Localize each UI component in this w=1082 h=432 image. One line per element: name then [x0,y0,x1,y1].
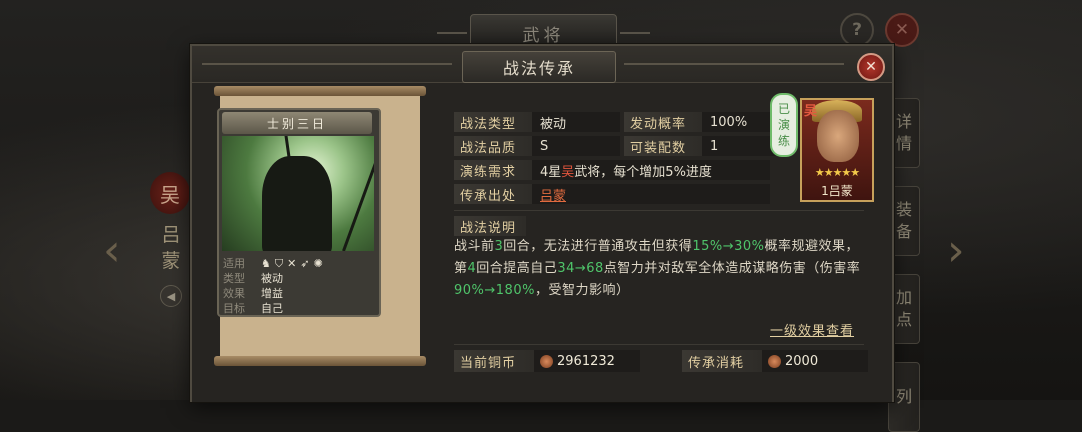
card-row-value: 自己 [261,302,283,315]
learned-badge-char: 练 [777,134,790,148]
copper-value: 2961232 [557,353,615,369]
scroll-rod-bottom [214,356,426,366]
inherit-cost-value: 2000 [785,353,819,369]
card-row-value: 增益 [261,287,283,300]
portrait-faction: 吴 [804,104,818,119]
unit-type-icons: ♞ ⛉ ✕ ➶ ✺ [261,256,323,271]
desc-text: ，受智力影响） [534,283,630,298]
desc-text: 回合，无法进行普通攻击但获得 [503,239,693,254]
learned-badge: 已 演 练 [770,93,798,157]
skill-quality-row: 战法品质 S [454,136,620,156]
copper-row: 当前铜币 2961232 [454,350,640,372]
bow-icon: ➶ [300,257,310,270]
inherit-cost-row: 传承消耗 2000 [682,350,868,372]
voice-icon[interactable]: ◀ [160,285,182,307]
equip-count-label: 可装配数 [624,136,702,156]
desc-highlight: 15%→30% [692,239,765,254]
description-label: 战法说明 [454,216,526,236]
portrait-stars: ★★★★★ [814,166,860,179]
card-row-applies: 适用 ♞ ⛉ ✕ ➶ ✺ [223,256,373,271]
art-spear [342,137,374,251]
spear-icon: ✕ [287,257,297,270]
desc-text: 点智力并对敌军全体造成谋略伤害（伤害率 [603,261,861,276]
source-hero-link[interactable]: 吕蒙 [540,185,566,204]
skill-quality-label: 战法品质 [454,136,532,156]
skill-type-value: 被动 [532,112,620,132]
desc-highlight: 3 [494,239,504,254]
card-row-label: 类型 [223,272,245,285]
desc-text: 回合提高自己 [476,261,558,276]
source-label: 传承出处 [454,184,532,204]
help-icon[interactable]: ? [840,13,874,47]
copper-value-box: 2961232 [534,350,640,372]
card-row-label: 效果 [223,287,245,300]
section-divider [454,210,864,211]
description-title-row: 战法说明 [454,216,526,236]
learned-badge-char: 演 [777,118,790,132]
desc-text: 战斗前 [454,239,495,254]
trigger-rate-row: 发动概率 100% [624,112,790,132]
scroll-rod-top [214,86,426,96]
skill-card-art [222,136,374,251]
skill-type-label: 战法类型 [454,112,532,132]
learned-badge-char: 已 [777,102,790,116]
trigger-rate-label: 发动概率 [624,112,702,132]
desc-highlight: 4 [467,261,477,276]
card-row-value: 被动 [261,272,283,285]
copper-coin-icon [540,354,553,368]
hero-face [817,110,859,162]
skill-card[interactable]: 士别三日 适用 ♞ ⛉ ✕ ➶ ✺ 类型 被动 效果 增益 目标 自己 [217,108,381,317]
background-close-icon[interactable]: ✕ [885,13,919,47]
portrait-name: 1吕蒙 [821,184,853,198]
practice-req-row: 演练需求 4星吴武将，每个增加5%进度 [454,160,770,180]
header-divider-right [624,63,844,65]
card-row-label: 适用 [223,257,245,270]
skill-quality-value: S [532,136,620,156]
practice-req-label: 演练需求 [454,160,532,180]
desc-highlight: 90%→180% [454,283,535,298]
prev-hero-arrow-icon[interactable]: ‹ [103,225,121,276]
source-row: 传承出处 吕蒙 [454,184,770,204]
practice-req-text: 武将，每个增加5%进度 [574,164,712,180]
desc-highlight: 34→68 [557,261,604,276]
source-value-box: 吕蒙 [532,184,770,204]
header-divider-left [202,63,452,65]
copper-label: 当前铜币 [454,350,534,372]
card-row-effect: 效果 增益 [223,286,373,301]
copper-coin-icon [768,354,781,368]
practice-req-stars: 4星 [540,164,562,180]
practice-req-value: 4星吴武将，每个增加5%进度 [532,160,770,180]
skill-card-info: 适用 ♞ ⛉ ✕ ➶ ✺ 类型 被动 效果 增益 目标 自己 [223,256,373,316]
practice-req-faction: 吴 [561,164,575,180]
next-hero-arrow-icon[interactable]: › [947,225,965,276]
card-row-label: 目标 [223,302,245,315]
skill-card-title: 士别三日 [222,112,372,134]
card-row-target: 目标 自己 [223,301,373,316]
faction-seal: 吴 [150,172,190,214]
warrior-silhouette [262,156,332,251]
siege-icon: ✺ [313,257,323,270]
inherit-cost-label: 传承消耗 [682,350,762,372]
level-one-effect-link[interactable]: 一级效果查看 [770,320,854,339]
inherit-cost-value-box: 2000 [762,350,868,372]
dialog-title: 战法传承 [462,51,616,83]
skill-inherit-dialog: 战法传承 ✕ 士别三日 适用 ♞ ⛉ ✕ ➶ ✺ 类型 被动 效果 增益 目标 … [190,44,894,402]
dialog-close-button[interactable]: ✕ [857,53,885,81]
hero-name-vertical: 吕蒙 [161,224,181,272]
card-row-type: 类型 被动 [223,271,373,286]
section-divider [454,344,864,345]
skill-description: 战斗前3回合，无法进行普通攻击但获得15%→30%概率规避效果，第4回合提高自己… [454,236,864,302]
skill-type-row: 战法类型 被动 [454,112,620,132]
cavalry-icon: ♞ [261,257,271,270]
source-hero-portrait[interactable]: 吴 ★★★★★ 1吕蒙 [800,98,874,202]
dialog-header: 战法传承 ✕ [192,46,892,83]
shield-icon: ⛉ [274,257,284,270]
equip-count-row: 可装配数 1 [624,136,790,156]
